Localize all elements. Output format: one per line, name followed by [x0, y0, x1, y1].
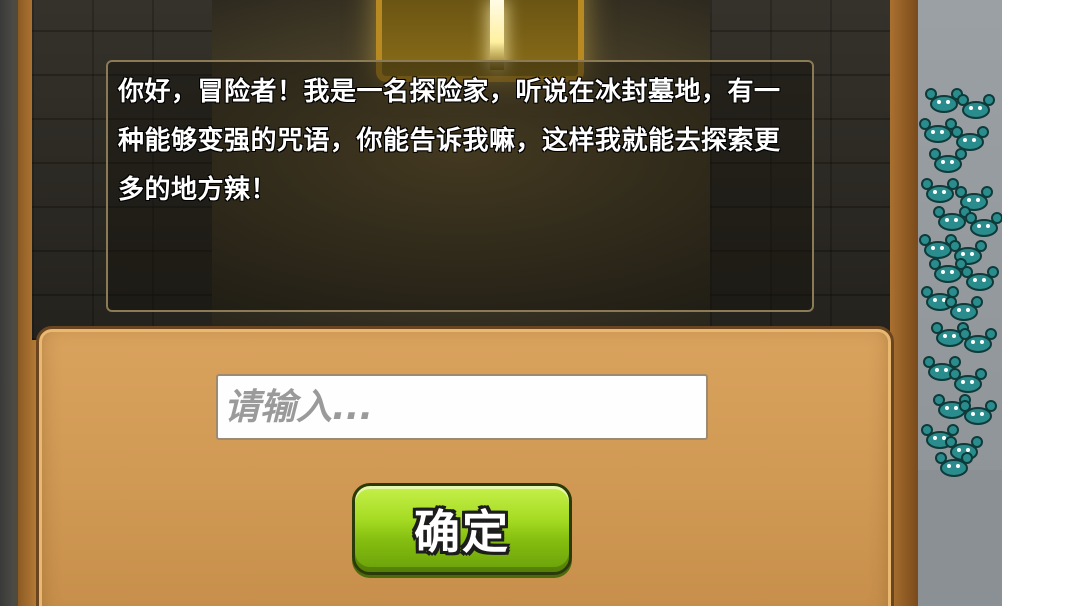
side-battlefield	[918, 0, 1002, 606]
npc-dialog-text: 你好，冒险者！我是一名探险家，听说在冰封墓地，有一种能够变强的咒语，你能告诉我嘛…	[118, 77, 781, 205]
confirm-button[interactable]: 确定	[352, 483, 572, 575]
crab-monster-icon	[951, 126, 989, 151]
confirm-button-label: 确定	[414, 505, 510, 559]
crab-monster-icon	[933, 206, 971, 231]
npc-dialog-box: 你好，冒险者！我是一名探险家，听说在冰封墓地，有一种能够变强的咒语，你能告诉我嘛…	[106, 60, 814, 312]
crab-monster-icon	[929, 258, 967, 283]
crab-monster-icon	[959, 400, 997, 425]
crab-monster-icon	[919, 118, 957, 143]
crab-monster-icon	[929, 148, 967, 173]
crab-monster-icon	[921, 178, 959, 203]
crab-monster-icon	[957, 94, 995, 119]
screen-margin	[1002, 0, 1080, 606]
crab-swarm	[919, 88, 1002, 477]
crab-monster-icon	[949, 240, 987, 265]
game-scene: 你好，冒险者！我是一名探险家，听说在冰封墓地，有一种能够变强的咒语，你能告诉我嘛…	[0, 0, 1080, 606]
crab-monster-icon	[955, 186, 993, 211]
crab-monster-icon	[945, 296, 983, 321]
crab-monster-icon	[965, 212, 1002, 237]
crab-monster-icon	[925, 88, 963, 113]
spell-input[interactable]	[216, 374, 708, 440]
crab-monster-icon	[961, 266, 999, 291]
crab-monster-icon	[959, 328, 997, 353]
crab-monster-icon	[949, 368, 987, 393]
